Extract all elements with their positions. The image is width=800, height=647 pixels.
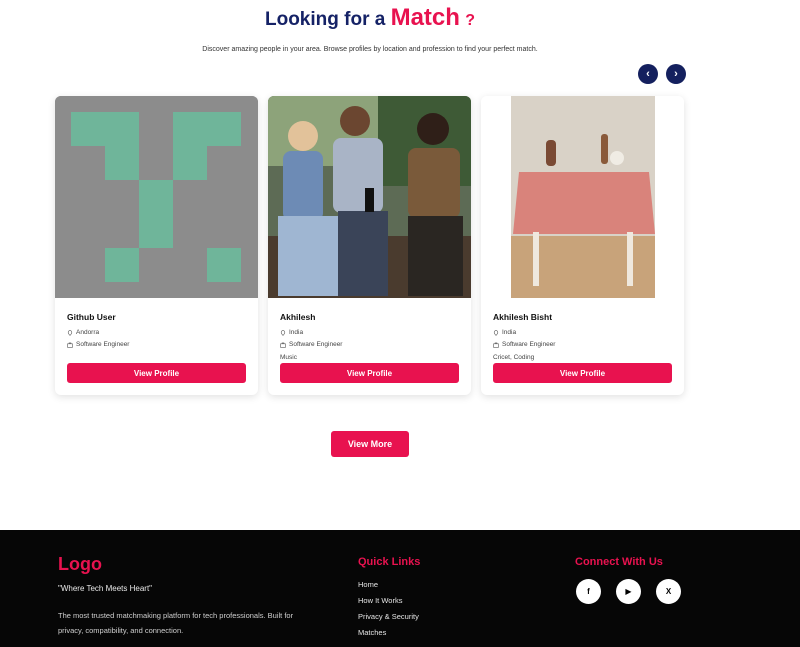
location-text: Andorra — [76, 329, 100, 336]
chevron-right-icon: › — [674, 68, 678, 80]
location-pin-icon — [280, 329, 286, 336]
youtube-icon: ▶ — [625, 587, 632, 596]
quick-links-list: Home How It Works Privacy & Security Mat… — [358, 580, 419, 644]
profile-location: India — [280, 329, 303, 336]
carousel-prev-button[interactable]: ‹ — [638, 64, 658, 84]
location-text: India — [502, 329, 517, 336]
profile-profession: Software Engineer — [67, 341, 129, 348]
profile-location: Andorra — [67, 329, 99, 336]
briefcase-icon — [280, 342, 286, 348]
profession-text: Software Engineer — [76, 341, 130, 348]
profile-name: Akhilesh — [280, 312, 316, 322]
page: Looking for a Match ? Discover amazing p… — [0, 0, 800, 647]
profile-photo — [481, 96, 684, 298]
briefcase-icon — [67, 342, 73, 348]
title-suffix: ? — [465, 12, 475, 29]
x-icon: X — [665, 587, 672, 596]
profession-text: Software Engineer — [502, 341, 556, 348]
profile-card: Akhilesh Bisht India Software Engineer C… — [481, 96, 684, 395]
location-text: India — [289, 329, 304, 336]
view-more-button[interactable]: View More — [331, 431, 409, 457]
carousel-next-button[interactable]: › — [666, 64, 686, 84]
view-profile-button[interactable]: View Profile — [67, 363, 246, 383]
profile-interests: Cricet, Coding — [493, 354, 535, 361]
footer-logo[interactable]: Logo — [58, 554, 102, 575]
footer-link-home[interactable]: Home — [358, 580, 419, 596]
footer-tagline: "Where Tech Meets Heart" — [58, 584, 153, 593]
facebook-button[interactable]: f — [576, 579, 601, 604]
footer: Logo "Where Tech Meets Heart" The most t… — [0, 530, 800, 647]
footer-link-matches[interactable]: Matches — [358, 628, 419, 644]
profile-profession: Software Engineer — [493, 341, 555, 348]
footer-link-privacy-security[interactable]: Privacy & Security — [358, 612, 419, 628]
section-subtitle: Discover amazing people in your area. Br… — [202, 46, 538, 53]
profile-avatar-identicon — [55, 96, 258, 298]
youtube-button[interactable]: ▶ — [616, 579, 641, 604]
section-title: Looking for a Match ? — [0, 4, 740, 32]
profile-profession: Software Engineer — [280, 341, 342, 348]
profession-text: Software Engineer — [289, 341, 343, 348]
view-profile-button[interactable]: View Profile — [493, 363, 672, 383]
title-prefix: Looking for a — [264, 9, 386, 30]
profile-photo — [268, 96, 471, 298]
profile-name: Akhilesh Bisht — [493, 312, 553, 322]
title-accent: Match — [390, 4, 460, 31]
profile-card: Akhilesh India Software Engineer Music V… — [268, 96, 471, 395]
quick-links-title: Quick Links — [358, 556, 421, 568]
location-pin-icon — [493, 329, 499, 336]
profile-name: Github User — [67, 312, 116, 322]
view-profile-button[interactable]: View Profile — [280, 363, 459, 383]
connect-title: Connect With Us — [575, 556, 663, 568]
chevron-left-icon: ‹ — [646, 68, 650, 80]
footer-link-how-it-works[interactable]: How It Works — [358, 596, 419, 612]
profile-interests: Music — [280, 354, 297, 361]
profile-location: India — [493, 329, 516, 336]
profile-card: Github User Andorra Software Engineer Vi… — [55, 96, 258, 395]
facebook-icon: f — [587, 587, 590, 596]
location-pin-icon — [67, 329, 73, 336]
footer-description: The most trusted matchmaking platform fo… — [58, 611, 294, 635]
x-button[interactable]: X — [656, 579, 681, 604]
briefcase-icon — [493, 342, 499, 348]
